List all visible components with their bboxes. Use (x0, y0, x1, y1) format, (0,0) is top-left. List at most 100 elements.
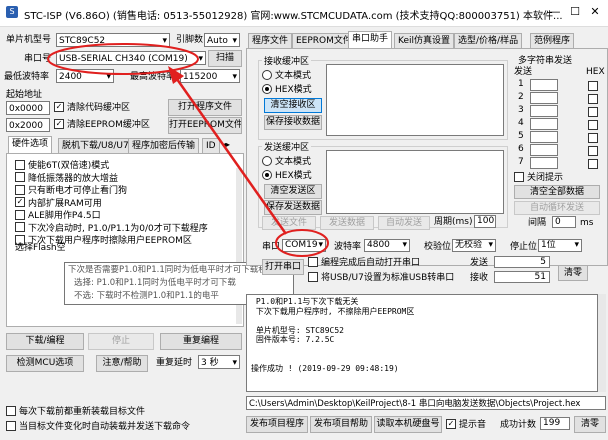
success-count: 199 (540, 417, 570, 430)
addr1-input[interactable]: 0x0000 (6, 101, 50, 115)
checkbox-icon (6, 420, 16, 431)
multi-row-input[interactable] (530, 92, 558, 104)
download-button[interactable]: 下载/编程 (6, 333, 84, 350)
recv-textarea[interactable] (326, 64, 504, 136)
stop-select[interactable]: 1位 (538, 239, 582, 252)
auto-loop-button[interactable]: 自动循环发送 (514, 201, 600, 215)
publish-program-button[interactable]: 发布项目程序 (246, 416, 308, 433)
multi-row-hex-check[interactable] (588, 94, 598, 104)
help-button[interactable]: 注意/帮助 (96, 355, 148, 372)
tab-id[interactable]: ID (202, 138, 220, 153)
tab-eeprom-file[interactable]: EEPROM文件 (292, 33, 356, 48)
multi-row-hex-check[interactable] (588, 120, 598, 130)
tab-encrypt[interactable]: 程序加密后传输 (128, 138, 200, 153)
addr2-input[interactable]: 0x2000 (6, 118, 50, 132)
send-text-radio[interactable]: 文本模式 (262, 155, 311, 168)
reprogram-button[interactable]: 重复编程 (160, 333, 242, 350)
multi-row-input[interactable] (530, 131, 558, 143)
tab-program-file[interactable]: 程序文件 (248, 33, 293, 48)
port-select[interactable]: USB-SERIAL CH340 (COM19) (56, 51, 206, 65)
min-baud-select[interactable]: 2400 (56, 69, 114, 83)
maximize-icon[interactable]: ☐ (568, 5, 582, 19)
hardware-option-check[interactable]: 只有断电才可停止看门狗 (15, 184, 127, 197)
reload-check[interactable]: 每次下载前都重新装载目标文件 (6, 405, 145, 418)
close-hint-check[interactable]: 关闭提示 (514, 171, 563, 184)
tab-keil[interactable]: Keil仿真设置 (394, 33, 454, 48)
scan-button[interactable]: 扫描 (208, 50, 242, 67)
send-hex-radio[interactable]: HEX模式 (262, 169, 312, 182)
multi-row-input[interactable] (530, 118, 558, 130)
tab-examples[interactable]: 范例程序 (530, 33, 575, 48)
recv-hex-radio[interactable]: HEX模式 (262, 83, 312, 96)
publish-help-button[interactable]: 发布项目帮助 (310, 416, 372, 433)
close-icon[interactable]: ✕ (588, 5, 602, 19)
multi-row-input[interactable] (530, 79, 558, 91)
minimize-icon[interactable]: — (548, 5, 562, 19)
send-file-button[interactable]: 发送文件 (262, 216, 316, 230)
hardware-option-check[interactable]: 下次冷启动时, P1.0/P1.1为0/0才可下载程序 (15, 222, 208, 235)
multi-row-input[interactable] (530, 144, 558, 156)
auto-open-check[interactable]: 编程完成后自动打开串口 (308, 256, 420, 269)
stop-label: 停止位 (510, 242, 538, 252)
clear-recv-button[interactable]: 清空接收区 (264, 98, 322, 113)
send-textarea[interactable] (326, 150, 504, 214)
open-program-button[interactable]: 打开程序文件 (168, 99, 242, 116)
com-select[interactable]: COM19 (282, 239, 326, 252)
baud-select[interactable]: 4800 (364, 239, 410, 252)
multi-row-hex-check[interactable] (588, 81, 598, 91)
clear-eeprom-check[interactable]: ✓ 清除EEPROM缓冲区 (54, 118, 150, 131)
checkbox-icon: ✓ (15, 197, 25, 207)
start-addr-label: 起始地址 (6, 90, 43, 100)
pin-select[interactable]: Auto (204, 33, 240, 47)
min-baud-label: 最低波特率 (4, 72, 50, 82)
check-mcu-button[interactable]: 检测MCU选项 (6, 355, 84, 372)
hex-path-field[interactable]: C:\Users\Admin\Desktop\KeilProject\8-1 串… (246, 396, 606, 410)
usb-check[interactable]: 将USB/U7设置为标准USB转串口 (308, 271, 454, 284)
mcu-select[interactable]: STC89C52 (56, 33, 170, 47)
clear-code-check[interactable]: ✓ 清除代码缓冲区 (54, 101, 130, 114)
auto-send-button[interactable]: 自动发送 (378, 216, 430, 230)
log-scrollbar[interactable] (598, 294, 606, 392)
period-input[interactable]: 100 (474, 215, 496, 228)
max-baud-label: 最高波特率 (130, 72, 176, 82)
hardware-option-check[interactable]: 降低振荡器的放大增益 (15, 172, 118, 185)
open-port-button[interactable]: 打开串口 (262, 259, 304, 275)
clear-count-button[interactable]: 清零 (558, 265, 588, 281)
tab-hardware[interactable]: 硬件选项 (8, 136, 53, 153)
multi-row-input[interactable] (530, 157, 558, 169)
tab-serial-assistant[interactable]: 串口助手 (348, 31, 393, 48)
auto-send-check[interactable]: 当目标文件变化时自动装载并发送下载命令 (6, 420, 190, 433)
hardware-option-check[interactable]: ALE脚用作P4.5口 (15, 209, 101, 222)
interval-input[interactable]: 0 (552, 216, 576, 228)
multi-row-hex-check[interactable] (588, 107, 598, 117)
multi-row-hex-check[interactable] (588, 133, 598, 143)
tab-selection[interactable]: 选型/价格/样品 (454, 33, 523, 48)
clear-send-button[interactable]: 清空发送区 (264, 184, 322, 199)
check-select[interactable]: 无校验 (452, 239, 496, 252)
read-disk-button[interactable]: 读取本机硬盘号 (374, 416, 442, 433)
tab-scroll-icon[interactable]: ◂▸ (222, 140, 230, 149)
clear-all-button[interactable]: 清空全部数据 (514, 185, 600, 199)
prompt-sound-check[interactable]: ✓ 提示音 (446, 418, 486, 431)
multi-row-index: 5 (518, 131, 524, 141)
tab-offline[interactable]: 脱机下载/U8/U7 (58, 138, 133, 153)
clear-success-button[interactable]: 清零 (574, 416, 606, 433)
hardware-option-check[interactable]: 使能6T(双倍速)模式 (15, 159, 109, 172)
multi-row-hex-check[interactable] (588, 159, 598, 169)
save-recv-button[interactable]: 保存接收数据 (264, 115, 322, 130)
multi-row-input[interactable] (530, 105, 558, 117)
stop-button[interactable]: 停止 (88, 333, 154, 350)
recv-text-radio[interactable]: 文本模式 (262, 69, 311, 82)
repeat-delay-select[interactable]: 3 秒 (198, 355, 240, 369)
multi-row-hex-check[interactable] (588, 146, 598, 156)
save-send-button[interactable]: 保存发送数据 (264, 200, 322, 215)
send-group-title: 发送缓冲区 (262, 140, 312, 153)
recv-count: 51 (494, 271, 550, 283)
max-baud-select[interactable]: 115200 (180, 69, 240, 83)
open-eeprom-button[interactable]: 打开EEPROM文件 (168, 117, 242, 134)
send-data-button[interactable]: 发送数据 (320, 216, 374, 230)
checkbox-icon (15, 159, 25, 170)
hardware-option-check[interactable]: ✓ 内部扩展RAM可用 (15, 197, 102, 210)
